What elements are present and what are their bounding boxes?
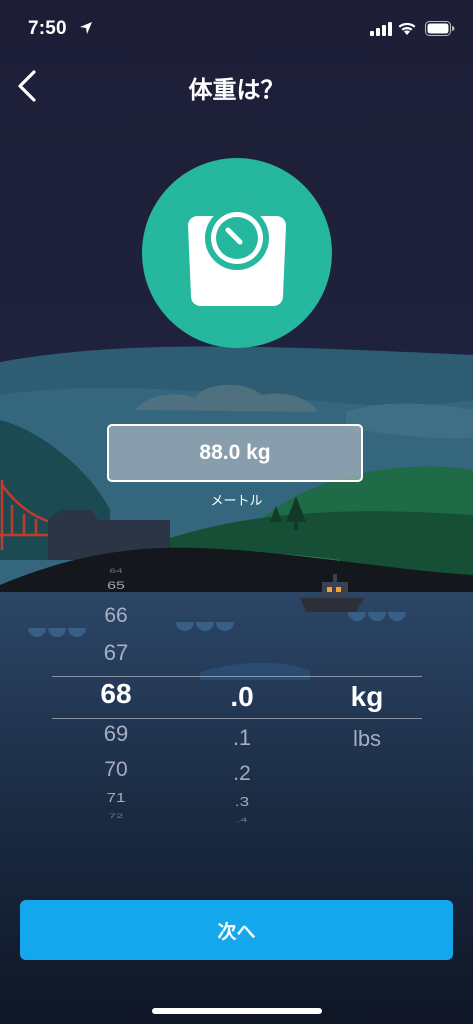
status-time: 7:50 — [28, 18, 67, 39]
picker-option[interactable]: 72 — [109, 812, 123, 820]
battery-icon — [425, 21, 455, 36]
weight-value-display[interactable]: 88.0 kg — [107, 424, 363, 482]
picker-option[interactable]: 67 — [104, 640, 128, 666]
picker-option[interactable]: 65 — [107, 580, 125, 593]
page-title: 体重は？ — [188, 77, 285, 104]
picker-option[interactable]: 66 — [104, 604, 127, 628]
location-arrow-icon — [80, 22, 92, 34]
selected-weight-integer[interactable]: 68 — [100, 678, 131, 710]
weight-icon-circle — [142, 158, 332, 348]
picker-option[interactable]: 69 — [104, 721, 128, 747]
picker-option[interactable]: lbs — [353, 726, 381, 752]
landscape-background — [0, 0, 473, 1024]
selected-weight-decimal[interactable]: .0 — [230, 681, 253, 713]
selected-weight-unit[interactable]: kg — [351, 681, 384, 713]
wifi-icon — [398, 22, 416, 35]
picker-option[interactable]: .2 — [233, 762, 251, 786]
next-button[interactable]: 次へ — [20, 900, 453, 960]
picker-option[interactable]: 71 — [107, 791, 126, 806]
bathroom-scale-icon — [188, 206, 286, 306]
cellular-signal-icon — [370, 22, 392, 36]
picker-option[interactable]: .4 — [237, 816, 248, 824]
picker-option[interactable]: .1 — [233, 725, 251, 751]
picker-option[interactable]: 70 — [104, 758, 127, 782]
picker-selection-bottom-line — [52, 718, 422, 719]
unit-system-label: メートル — [210, 493, 263, 508]
home-indicator — [152, 1008, 322, 1014]
picker-option[interactable]: 64 — [109, 568, 122, 575]
picker-selection-top-line — [52, 676, 422, 677]
picker-option[interactable]: .3 — [235, 795, 249, 810]
status-bar: 7:50 — [0, 14, 473, 44]
